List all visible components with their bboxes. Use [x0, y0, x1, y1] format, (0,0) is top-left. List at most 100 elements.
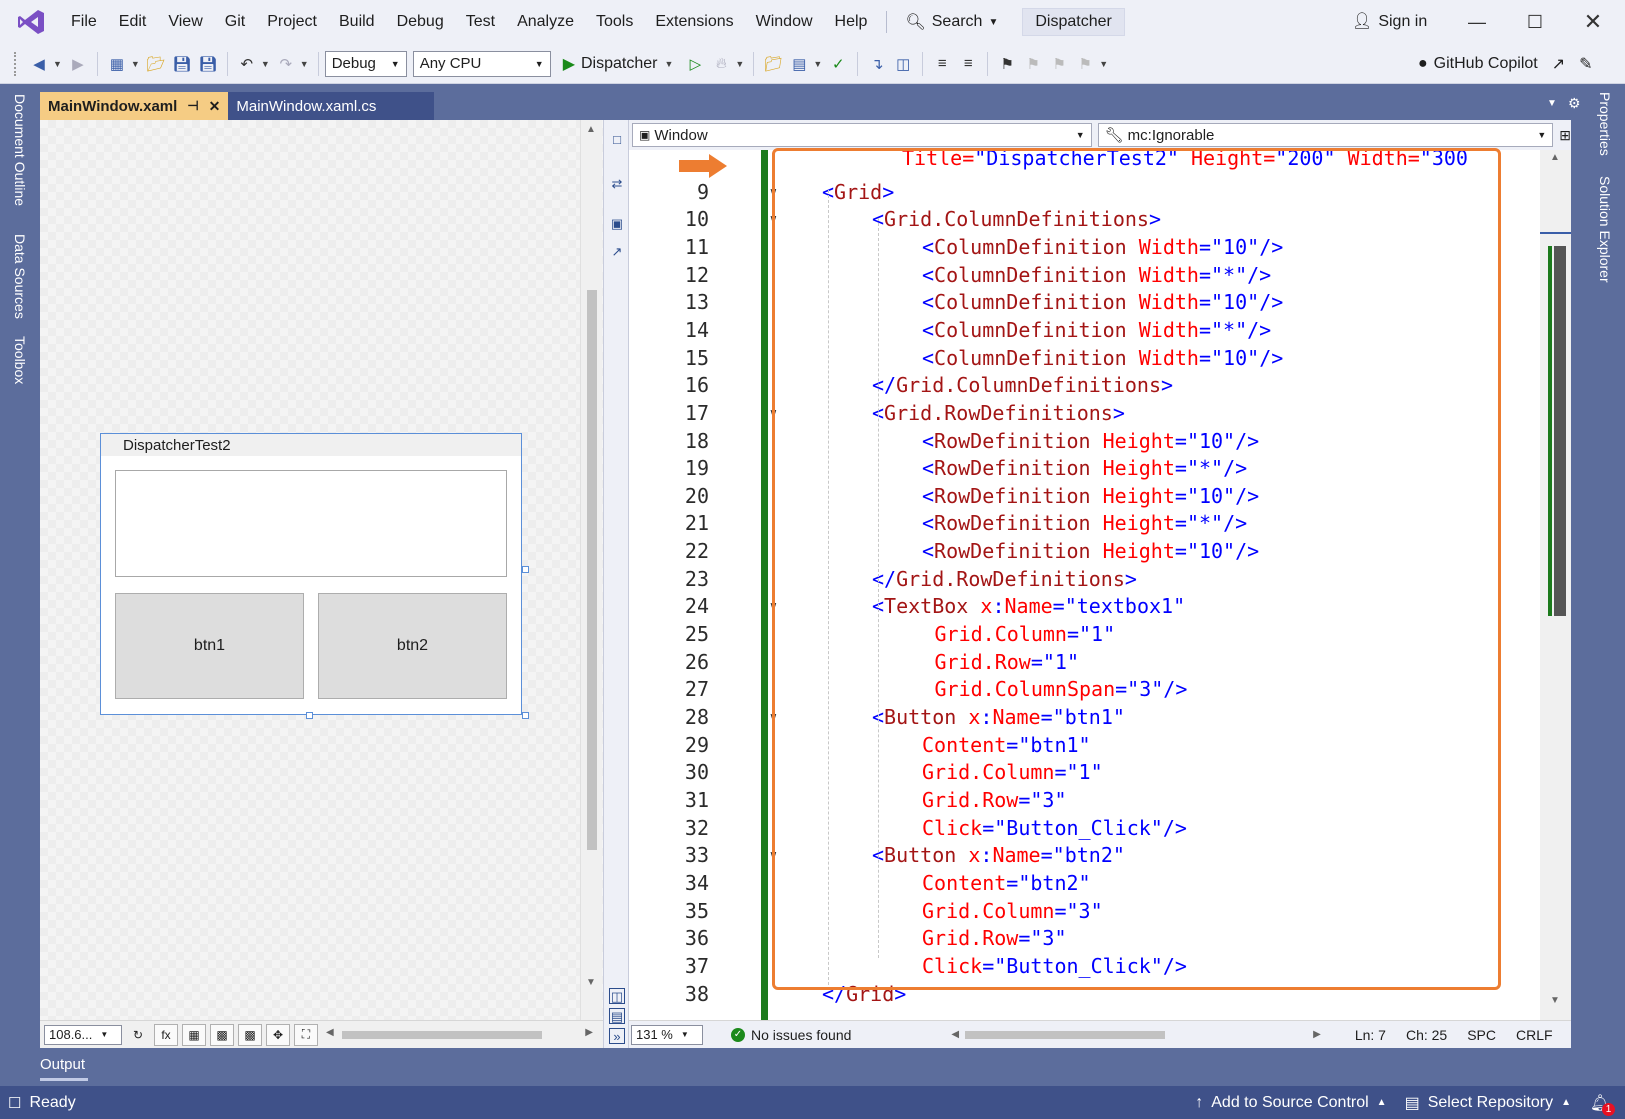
solution-name[interactable]: Dispatcher [1022, 8, 1125, 36]
chevron-down-icon[interactable]: ▼ [813, 59, 822, 69]
github-copilot-button[interactable]: ● GitHub Copilot ↗ ✎ [1418, 44, 1593, 84]
xaml-code-editor[interactable]: Title="DispatcherTest2" Height="200" Wid… [629, 150, 1571, 1020]
scroll-left-icon[interactable]: ◀ [951, 1029, 959, 1040]
navigate-forward-icon[interactable]: ▶ [65, 51, 91, 77]
save-icon[interactable]: 💾︎ [169, 51, 195, 77]
menu-item-project[interactable]: Project [256, 0, 328, 44]
solution-explorer-icon[interactable]: 📁︎ [760, 51, 786, 77]
collapse-region-icon[interactable]: ∨ [769, 710, 778, 724]
horizontal-split-icon[interactable]: ▤ [609, 1008, 625, 1024]
swap-panes-icon[interactable]: ⇄ [609, 176, 625, 192]
btn2-preview[interactable]: btn2 [318, 593, 507, 699]
tab-list-dropdown-icon[interactable]: ▼ [1547, 98, 1557, 109]
layout-icon[interactable]: ▤ [786, 51, 812, 77]
scroll-right-icon[interactable]: ▶ [585, 1027, 593, 1038]
tab-mainwindow-xaml-cs[interactable]: MainWindow.xaml.cs [228, 92, 435, 120]
collapse-region-icon[interactable]: ∨ [769, 848, 778, 862]
collapse-region-icon[interactable]: ∨ [769, 406, 778, 420]
menu-item-view[interactable]: View [157, 0, 213, 44]
menu-item-build[interactable]: Build [328, 0, 386, 44]
settings-gear-icon[interactable]: ⚙ [1568, 95, 1581, 112]
scroll-down-icon[interactable]: ▼ [1550, 995, 1560, 1006]
pin-icon[interactable]: ⊣ [187, 98, 198, 114]
output-tab[interactable]: Output [40, 1048, 85, 1082]
btn1-preview[interactable]: btn1 [115, 593, 304, 699]
step-into-icon[interactable]: ↴ [864, 51, 890, 77]
document-outline-tab[interactable]: Document Outline [12, 94, 28, 206]
collapse-region-icon[interactable]: ∨ [769, 185, 778, 199]
select-repository-button[interactable]: ▤ Select Repository ▲ [1405, 1093, 1571, 1113]
scroll-down-icon[interactable]: ▼ [586, 977, 596, 988]
scroll-right-icon[interactable]: ▶ [1313, 1029, 1321, 1040]
start-debugging-button[interactable]: ▶ Dispatcher ▼ [557, 54, 683, 74]
indent-icon[interactable]: ≡ [929, 51, 955, 77]
scroll-left-icon[interactable]: ◀ [326, 1027, 334, 1038]
previous-bookmark-icon[interactable]: ⚑ [1020, 51, 1046, 77]
designer-zoom-select[interactable]: 108.6... ▼ [44, 1024, 122, 1045]
menu-item-git[interactable]: Git [214, 0, 256, 44]
resize-handle-corner[interactable] [522, 712, 529, 719]
add-to-source-control-button[interactable]: ↑ Add to Source Control ▲ [1195, 1094, 1386, 1112]
share-icon[interactable]: ↗ [1552, 54, 1565, 74]
scroll-up-icon[interactable]: ▲ [1550, 152, 1560, 163]
next-bookmark-icon[interactable]: ⚑ [1046, 51, 1072, 77]
collapse-pane-icon[interactable]: ▣ [609, 216, 625, 232]
minimize-button[interactable]: — [1448, 0, 1506, 44]
menu-item-file[interactable]: File [60, 0, 108, 44]
new-item-icon[interactable]: ▦ [104, 51, 130, 77]
menu-item-edit[interactable]: Edit [108, 0, 158, 44]
menu-item-help[interactable]: Help [824, 0, 879, 44]
chevron-down-icon[interactable]: ▼ [261, 59, 270, 69]
redo-icon[interactable]: ↷ [273, 51, 299, 77]
scroll-up-icon[interactable]: ▲ [586, 124, 596, 135]
menu-item-test[interactable]: Test [455, 0, 506, 44]
resize-handle-bottom[interactable] [306, 712, 313, 719]
chevron-down-icon[interactable]: ▼ [53, 59, 62, 69]
vertical-split-icon[interactable]: ◫ [609, 988, 625, 1004]
properties-tab[interactable]: Properties [1597, 92, 1613, 156]
configuration-select[interactable]: Debug ▼ [324, 50, 407, 77]
snap-grid-icon[interactable]: ▩ [210, 1023, 234, 1046]
project-code-icon[interactable]: ⛶ [294, 1023, 318, 1046]
designer-vertical-scrollbar[interactable]: ▲ ▼ [580, 120, 602, 1020]
open-folder-icon[interactable]: 📂︎ [143, 51, 169, 77]
resize-handle-right[interactable] [522, 566, 529, 573]
menu-item-analyze[interactable]: Analyze [506, 0, 585, 44]
bookmark-icon[interactable]: ⚑ [994, 51, 1020, 77]
editor-vertical-scrollbar[interactable]: ▲ ▼ [1540, 150, 1571, 1020]
refresh-icon[interactable]: ↻ [126, 1024, 150, 1046]
search-button[interactable]: 🔍︎ Search ▼ [895, 12, 1008, 32]
pop-out-xaml-icon[interactable]: ↗ [609, 244, 625, 260]
toolbox-tab[interactable]: Toolbox [12, 336, 28, 384]
hot-reload-icon[interactable]: 🔥︎ [708, 51, 734, 77]
element-select[interactable]: ▣ Window ▼ [632, 123, 1092, 147]
chevron-down-icon[interactable]: ▼ [131, 59, 140, 69]
close-tab-icon[interactable]: ✕ [209, 98, 221, 115]
platform-select[interactable]: Any CPU ▼ [412, 50, 551, 77]
navigate-back-icon[interactable]: ◀ [26, 51, 52, 77]
expand-pane-icon[interactable]: » [609, 1028, 625, 1044]
collapse-region-icon[interactable]: ∨ [769, 599, 778, 613]
line-indicator[interactable]: Ln: 7 [1345, 1027, 1396, 1043]
attribute-select[interactable]: 🔧︎ mc:Ignorable ▼ [1097, 123, 1554, 147]
split-editor-icon[interactable]: ⊞ [1559, 127, 1571, 144]
designer-horizontal-scrollbar[interactable]: ◀ ▶ [322, 1022, 603, 1048]
line-ending-indicator[interactable]: CRLF [1506, 1027, 1563, 1043]
editor-horizontal-scrollbar[interactable] [965, 1030, 1166, 1039]
grid-icon[interactable]: ▦ [182, 1023, 206, 1046]
toolbar-overflow-icon[interactable]: ▼ [1099, 59, 1108, 69]
spell-check-icon[interactable]: ✓ [825, 51, 851, 77]
editor-zoom-select[interactable]: 131 % ▼ [631, 1024, 703, 1045]
chevron-down-icon[interactable]: ▼ [735, 59, 744, 69]
scrollbar-thumb[interactable] [1554, 246, 1566, 616]
menu-item-window[interactable]: Window [745, 0, 824, 44]
notifications-button[interactable]: 🔔︎ 1 [1589, 1092, 1615, 1116]
menu-item-debug[interactable]: Debug [386, 0, 455, 44]
pan-icon[interactable]: □ [609, 132, 625, 148]
scrollbar-thumb[interactable] [342, 1030, 542, 1039]
sign-in-button[interactable]: 👤︎ Sign in [1352, 0, 1427, 44]
scrollbar-thumb[interactable] [587, 290, 597, 850]
close-window-button[interactable]: ✕ [1564, 0, 1622, 44]
collapse-region-icon[interactable]: ∨ [769, 212, 778, 226]
feedback-icon[interactable]: ✎ [1579, 54, 1592, 74]
